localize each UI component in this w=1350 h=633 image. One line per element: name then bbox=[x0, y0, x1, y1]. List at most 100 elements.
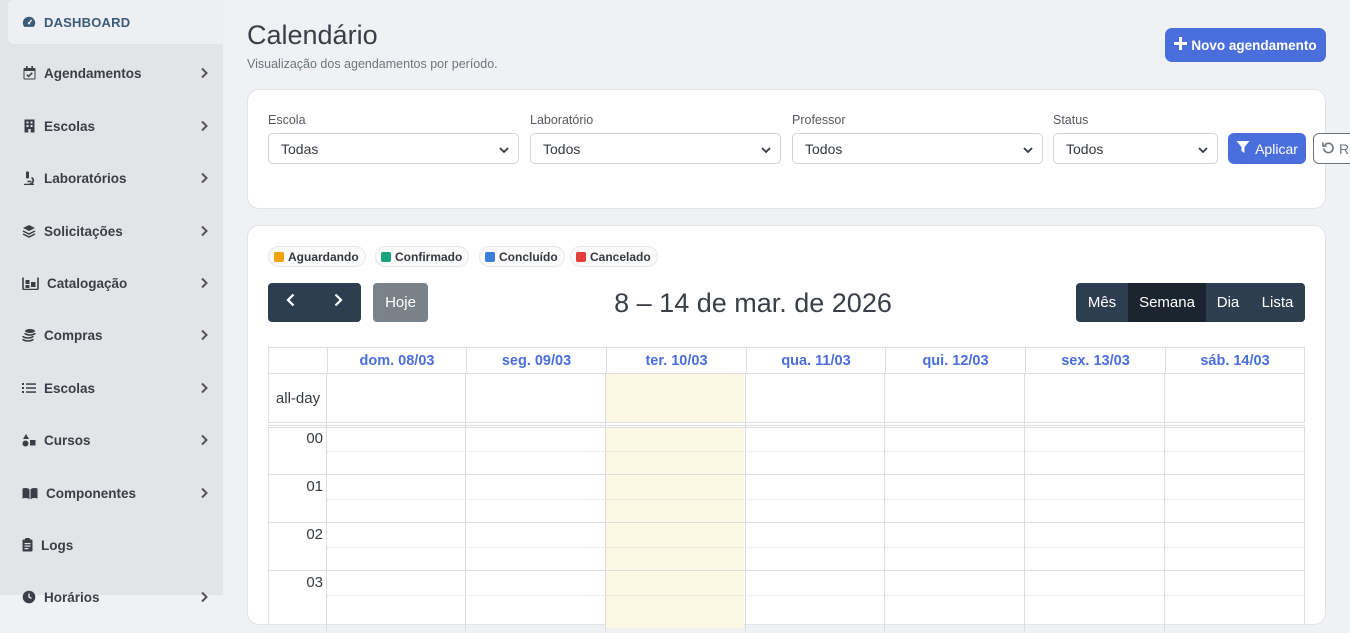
laboratorio-label: Laboratório bbox=[530, 113, 594, 127]
laboratorio-select[interactable]: Todos bbox=[530, 133, 781, 164]
warehouse-icon bbox=[22, 276, 39, 290]
laboratorio-select-value: Todos bbox=[543, 140, 581, 157]
sidebar-item-label: Logs bbox=[41, 537, 74, 553]
escola-label: Escola bbox=[268, 113, 306, 127]
next-button[interactable] bbox=[315, 283, 362, 322]
allday-label: all-day bbox=[275, 389, 321, 407]
page-subtitle: Visualização dos agendamentos por períod… bbox=[247, 57, 498, 71]
hour-line bbox=[269, 522, 1304, 523]
sidebar-item-logs[interactable]: Logs bbox=[8, 523, 223, 567]
reset-label: Re bbox=[1339, 140, 1350, 157]
chevron-left-icon bbox=[284, 292, 298, 313]
book-icon bbox=[22, 486, 38, 500]
day-header[interactable]: qua. 11/03 bbox=[746, 348, 885, 374]
legend-swatch bbox=[274, 251, 284, 262]
sidebar-item-label: Horários bbox=[44, 589, 100, 605]
sidebar-item-solicitacoes[interactable]: Solicitações bbox=[8, 209, 223, 253]
sidebar: DASHBOARD Agendamentos Escolas Laboratór… bbox=[0, 0, 223, 605]
hour-line bbox=[269, 570, 1304, 571]
undo-icon bbox=[1322, 141, 1335, 157]
professor-select[interactable]: Todos bbox=[792, 133, 1043, 164]
legend-label: Concluído bbox=[499, 249, 558, 264]
hour-line bbox=[269, 474, 1304, 475]
allday-row: all-day bbox=[268, 373, 1305, 423]
sidebar-item-label: DASHBOARD bbox=[44, 14, 131, 30]
view-month-button[interactable]: Mês bbox=[1076, 283, 1128, 322]
chevron-right-icon bbox=[197, 433, 211, 447]
legend-confirmado: Confirmado bbox=[375, 246, 470, 267]
new-appointment-label: Novo agendamento bbox=[1191, 37, 1317, 53]
chevron-down-icon bbox=[1197, 143, 1209, 155]
half-hour-line bbox=[327, 595, 1304, 596]
sidebar-item-compras[interactable]: Compras bbox=[8, 313, 223, 357]
sidebar-item-label: Catalogação bbox=[47, 275, 128, 291]
half-hour-line bbox=[327, 451, 1304, 452]
legend-concluido: Concluído bbox=[479, 246, 565, 267]
legend-label: Aguardando bbox=[288, 249, 359, 264]
chevron-right-icon bbox=[197, 381, 211, 395]
view-list-button[interactable]: Lista bbox=[1250, 283, 1305, 322]
microscope-icon bbox=[22, 171, 36, 185]
day-header-row: dom. 08/03 seg. 09/03 ter. 10/03 qua. 11… bbox=[268, 347, 1305, 374]
reset-filter-button[interactable]: Re bbox=[1313, 133, 1350, 164]
chevron-down-icon bbox=[498, 143, 510, 155]
gauge-icon bbox=[22, 15, 36, 29]
sidebar-item-label: Cursos bbox=[44, 432, 91, 448]
apply-label: Aplicar bbox=[1255, 140, 1298, 157]
apply-filter-button[interactable]: Aplicar bbox=[1228, 133, 1306, 164]
sidebar-item-horarios[interactable]: Horários bbox=[8, 575, 223, 619]
chevron-right-icon bbox=[197, 171, 211, 185]
clock-icon bbox=[22, 590, 36, 604]
view-day-button[interactable]: Dia bbox=[1206, 283, 1250, 322]
sidebar-item-componentes[interactable]: Componentes bbox=[8, 471, 223, 515]
professor-label: Professor bbox=[792, 113, 846, 127]
status-select-value: Todos bbox=[1066, 140, 1104, 157]
half-hour-line bbox=[327, 547, 1304, 548]
time-slots: 00 01 02 03 bbox=[268, 425, 1305, 625]
prev-button[interactable] bbox=[268, 283, 315, 322]
clipboard-icon bbox=[22, 538, 33, 552]
chevron-down-icon bbox=[1022, 143, 1034, 155]
hour-label: 03 bbox=[306, 574, 323, 591]
sidebar-item-escolas-list[interactable]: Escolas bbox=[8, 366, 223, 410]
day-header[interactable]: dom. 08/03 bbox=[327, 348, 466, 374]
today-button[interactable]: Hoje bbox=[373, 283, 428, 322]
filter-icon bbox=[1236, 140, 1250, 157]
new-appointment-button[interactable]: Novo agendamento bbox=[1165, 28, 1326, 62]
legend-label: Confirmado bbox=[395, 249, 463, 264]
chevron-right-icon bbox=[197, 486, 211, 500]
chevron-right-icon bbox=[197, 119, 211, 133]
sidebar-item-escolas[interactable]: Escolas bbox=[8, 104, 223, 148]
chevron-right-icon bbox=[197, 590, 211, 604]
sidebar-item-label: Solicitações bbox=[44, 223, 123, 239]
day-header[interactable]: qui. 12/03 bbox=[885, 348, 1025, 374]
day-header[interactable]: seg. 09/03 bbox=[466, 348, 606, 374]
column-divider bbox=[884, 373, 885, 633]
sidebar-item-dashboard[interactable]: DASHBOARD bbox=[8, 0, 223, 44]
calendar-title: 8 – 14 de mar. de 2026 bbox=[614, 288, 892, 318]
legend-swatch bbox=[381, 251, 391, 262]
escola-select[interactable]: Todas bbox=[268, 133, 519, 164]
sidebar-item-label: Componentes bbox=[46, 485, 137, 501]
sidebar-item-agendamentos[interactable]: Agendamentos bbox=[8, 51, 223, 95]
calendar-card: Aguardando Confirmado Concluído Cancelad… bbox=[247, 225, 1326, 633]
sidebar-item-laboratorios[interactable]: Laboratórios bbox=[8, 156, 223, 200]
status-select[interactable]: Todos bbox=[1053, 133, 1218, 164]
chevron-right-icon bbox=[197, 276, 211, 290]
chevron-right-icon bbox=[197, 328, 211, 342]
chevron-down-icon bbox=[760, 143, 772, 155]
sidebar-item-catalogacao[interactable]: Catalogação bbox=[8, 261, 223, 305]
day-header[interactable]: sáb. 14/03 bbox=[1165, 348, 1304, 374]
calendar-check-icon bbox=[22, 66, 36, 80]
filter-card: Escola Todas Laboratório Todos Professor… bbox=[247, 89, 1350, 209]
legend-swatch bbox=[485, 251, 495, 262]
view-week-button[interactable]: Semana bbox=[1128, 283, 1206, 322]
sidebar-item-label: Agendamentos bbox=[44, 65, 142, 81]
day-header[interactable]: sex. 13/03 bbox=[1025, 348, 1165, 374]
list-icon bbox=[22, 381, 36, 395]
hour-label: 01 bbox=[306, 478, 323, 495]
day-header[interactable]: ter. 10/03 bbox=[606, 348, 746, 374]
sidebar-item-label: Escolas bbox=[44, 380, 96, 396]
legend-aguardando: Aguardando bbox=[268, 246, 366, 267]
sidebar-item-cursos[interactable]: Cursos bbox=[8, 418, 223, 462]
